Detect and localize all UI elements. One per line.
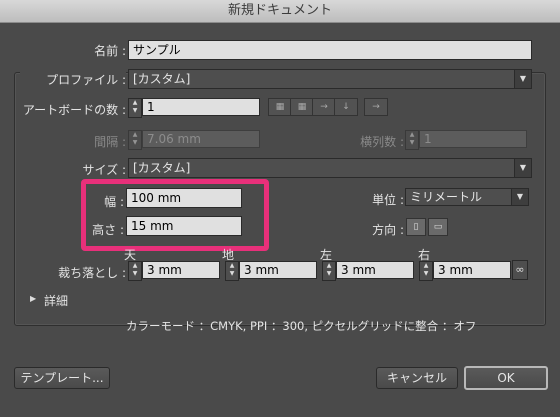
size-label: サイズ : [82,163,127,177]
window-title: 新規ドキュメント [227,3,332,18]
artboards-stepper[interactable]: ▲ ▼ [128,98,142,118]
profile-select[interactable]: [カスタム] ▼ [128,69,532,89]
landscape-icon[interactable]: ▭ [428,218,448,236]
columns-field[interactable]: 1 [419,130,527,148]
portrait-icon[interactable]: ▯ [406,218,426,236]
window-titlebar: 新規ドキュメント [0,0,560,23]
document-info-text: カラーモード ：CMYK, PPI ：300, ピクセルグリッドに整合 ：オフ [126,319,477,333]
artboards-field[interactable]: 1 [142,98,260,116]
bleed-top-stepper[interactable]: ▲ ▼ [128,261,142,281]
disclosure-triangle-icon[interactable]: ▶ [30,292,36,306]
spacing-field[interactable]: 7.06 mm [142,130,260,148]
name-label: 名前 : [94,44,126,58]
bleed-label: 裁ち落とし : [58,266,126,280]
bleed-left-stepper[interactable]: ▲ ▼ [322,261,336,281]
name-field[interactable]: サンプル [128,40,532,60]
units-select-value: ミリメートル [410,190,483,204]
profile-select-value: [カスタム] [133,72,191,86]
chevron-down-icon: ▼ [514,70,531,88]
columns-label: 横列数 : [360,135,404,149]
chain-link-icon[interactable]: ∞ [512,260,528,280]
arrange-by-column-icon[interactable]: ↓ [334,98,358,116]
units-select[interactable]: ミリメートル ▼ [405,188,529,206]
grid-by-row-icon[interactable]: ▦ [268,98,292,116]
highlight-box [81,179,269,251]
right-to-left-icon[interactable]: → [364,98,388,116]
bleed-bottom-stepper[interactable]: ▲ ▼ [225,261,239,281]
bleed-right-field[interactable]: 3 mm [433,261,511,279]
columns-stepper[interactable]: ▲ ▼ [405,130,419,150]
ok-button[interactable]: OK [464,366,548,390]
cancel-button[interactable]: キャンセル [376,367,458,389]
spacing-stepper[interactable]: ▲ ▼ [128,130,142,150]
chevron-down-icon: ▼ [514,159,531,177]
profile-label: プロファイル : [20,71,126,88]
orientation-label: 方向 : [372,223,404,237]
bleed-right-stepper[interactable]: ▲ ▼ [419,261,433,281]
chevron-down-icon: ▼ [511,189,528,205]
size-select[interactable]: [カスタム] ▼ [128,158,532,178]
bleed-left-field[interactable]: 3 mm [336,261,414,279]
spacing-label: 間隔 : [94,135,126,149]
templates-button[interactable]: テンプレート... [14,367,110,389]
bleed-top-field[interactable]: 3 mm [142,261,220,279]
units-label: 単位 : [372,193,404,207]
arrange-by-row-icon[interactable]: → [312,98,336,116]
grid-by-column-icon[interactable]: ▦ [290,98,314,116]
bleed-bottom-field[interactable]: 3 mm [239,261,317,279]
advanced-label[interactable]: 詳細 [44,292,68,309]
artboards-label: アートボードの数 : [22,103,126,117]
size-select-value: [カスタム] [133,161,191,175]
